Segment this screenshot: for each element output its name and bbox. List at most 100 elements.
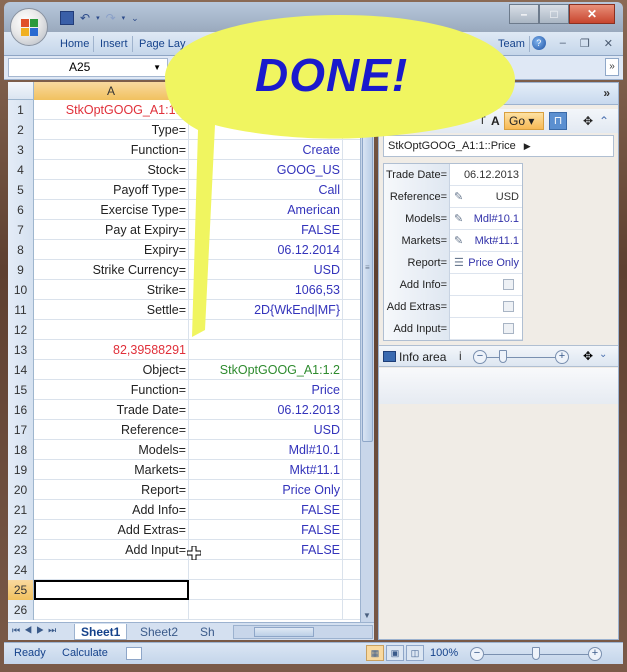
property-value[interactable]: Price Only — [450, 252, 522, 274]
cell-b[interactable]: 2D{WkEnd|MF} — [189, 300, 343, 320]
collapse-pane-icon[interactable]: » — [603, 86, 610, 100]
cell-b[interactable]: USD — [189, 420, 343, 440]
redo-dropdown-icon[interactable]: ▾ — [122, 14, 126, 22]
cell-b[interactable] — [189, 340, 343, 360]
cell-b[interactable] — [189, 600, 343, 620]
row-header[interactable]: 7 — [8, 220, 34, 240]
row-header[interactable]: 9 — [8, 260, 34, 280]
cell-a[interactable]: 82,39588291 — [34, 340, 189, 360]
workbook-minimize-button[interactable]: – — [560, 37, 566, 49]
row-header[interactable]: 10 — [8, 280, 34, 300]
row-header[interactable]: 3 — [8, 140, 34, 160]
customize-qat-icon[interactable]: ⌄ — [131, 13, 139, 24]
name-box[interactable]: A25 ▼ — [8, 58, 168, 77]
cell-b[interactable] — [189, 580, 343, 600]
collapse-up-icon[interactable]: ⌃ — [599, 112, 609, 130]
row-header[interactable]: 19 — [8, 460, 34, 480]
page-layout-view-icon[interactable]: ▣ — [386, 645, 404, 661]
select-all-button[interactable] — [8, 82, 34, 100]
cell-a[interactable] — [34, 600, 189, 620]
zoom-thumb[interactable] — [532, 647, 540, 660]
zoom-in-icon[interactable]: + — [588, 647, 602, 661]
property-checkbox[interactable] — [503, 301, 514, 312]
info-zoom-slider[interactable]: − + — [473, 350, 569, 364]
cell-b[interactable]: 06.12.2014 — [189, 240, 343, 260]
vertical-scroll-thumb[interactable]: ≡ — [362, 102, 373, 442]
undo-dropdown-icon[interactable]: ▾ — [96, 14, 100, 22]
row-header[interactable]: 13 — [8, 340, 34, 360]
cell-a[interactable] — [34, 560, 189, 580]
row-header[interactable]: 16 — [8, 400, 34, 420]
lock-icon[interactable]: ⊓ — [549, 112, 567, 130]
font-t-icon[interactable]: T — [479, 112, 486, 130]
cell-b[interactable]: USD — [189, 260, 343, 280]
cell-a[interactable] — [34, 580, 189, 600]
workbook-restore-button[interactable]: ❐ — [580, 37, 590, 50]
cell-b[interactable]: StkOptGOOG_A1:1.2 — [189, 360, 343, 380]
page-break-view-icon[interactable]: ◫ — [406, 645, 424, 661]
row-header[interactable]: 4 — [8, 160, 34, 180]
info-zoom-thumb[interactable] — [499, 350, 507, 363]
cell-a[interactable]: Exercise Type= — [34, 200, 189, 220]
cell-a[interactable]: Add Extras= — [34, 520, 189, 540]
row-header[interactable]: 11 — [8, 300, 34, 320]
tab-home[interactable]: Home — [56, 36, 95, 52]
cell-b[interactable]: Price Only — [189, 480, 343, 500]
cell-b[interactable]: 1066,53 — [189, 280, 343, 300]
sheet-tab-sheet2[interactable]: Sheet2 — [134, 624, 184, 640]
move-icon[interactable]: ✥ — [583, 112, 593, 130]
horizontal-scroll-thumb[interactable] — [254, 627, 314, 637]
cell-b[interactable]: FALSE — [189, 540, 343, 560]
column-header-a[interactable]: A — [34, 82, 189, 100]
tab-page-layout[interactable]: Page Lay — [135, 36, 189, 52]
help-icon[interactable]: ? — [531, 36, 546, 50]
cell-a[interactable]: Function= — [34, 140, 189, 160]
cell-b[interactable] — [189, 320, 343, 340]
row-header[interactable]: 6 — [8, 200, 34, 220]
object-path[interactable]: StkOptGOOG_A1:1::Price ▶ — [383, 135, 614, 157]
redo-icon[interactable]: ↷ — [106, 11, 116, 25]
row-header[interactable]: 14 — [8, 360, 34, 380]
sheet-tab-sheet1[interactable]: Sheet1 — [74, 624, 128, 640]
cell-a[interactable]: Stock= — [34, 160, 189, 180]
row-header[interactable]: 15 — [8, 380, 34, 400]
undo-icon[interactable]: ↶ — [80, 11, 90, 25]
vertical-scrollbar[interactable]: ≡ ▼ — [360, 82, 374, 622]
maximize-button[interactable]: □ — [539, 4, 569, 24]
cell-a[interactable]: Report= — [34, 480, 189, 500]
sheet-tab-sheet3[interactable]: Sh — [194, 624, 221, 640]
cell-a[interactable] — [34, 320, 189, 340]
cell-a[interactable]: Add Input= — [34, 540, 189, 560]
status-calculate[interactable]: Calculate — [62, 647, 108, 659]
save-icon[interactable] — [60, 11, 74, 25]
row-header[interactable]: 20 — [8, 480, 34, 500]
zoom-level[interactable]: 100% — [430, 647, 458, 659]
row-header[interactable]: 12 — [8, 320, 34, 340]
row-header[interactable]: 2 — [8, 120, 34, 140]
row-header[interactable]: 5 — [8, 180, 34, 200]
cell-a[interactable]: Markets= — [34, 460, 189, 480]
cell-a[interactable]: Strike Currency= — [34, 260, 189, 280]
office-button[interactable] — [10, 8, 48, 46]
cell-a[interactable]: Trade Date= — [34, 400, 189, 420]
cell-a[interactable]: Object= — [34, 360, 189, 380]
property-checkbox[interactable] — [503, 279, 514, 290]
tab-insert[interactable]: Insert — [96, 36, 133, 52]
row-header[interactable]: 18 — [8, 440, 34, 460]
cell-b[interactable]: 06.12.2013 — [189, 400, 343, 420]
cell-a[interactable]: Type= — [34, 120, 189, 140]
property-value[interactable]: 06.12.2013 — [450, 164, 522, 186]
cell-b[interactable]: Mkt#11.1 — [189, 460, 343, 480]
property-value[interactable]: Mdl#10.1 — [450, 208, 522, 230]
macro-record-icon[interactable] — [126, 647, 142, 660]
name-box-dropdown-icon[interactable]: ▼ — [153, 59, 161, 76]
font-a-icon[interactable]: A — [491, 112, 500, 130]
zoom-out-icon[interactable]: − — [470, 647, 484, 661]
property-value[interactable]: Mkt#11.1 — [450, 230, 522, 252]
info-move-icon[interactable]: ✥ — [583, 349, 593, 363]
cell-b[interactable]: FALSE — [189, 220, 343, 240]
info-expand-icon[interactable]: ⌄ — [599, 349, 607, 360]
cell-b[interactable]: Mdl#10.1 — [189, 440, 343, 460]
cell-b[interactable] — [189, 120, 343, 140]
cell-a[interactable]: StkOptGOOG_A1:1.2 — [34, 100, 189, 120]
